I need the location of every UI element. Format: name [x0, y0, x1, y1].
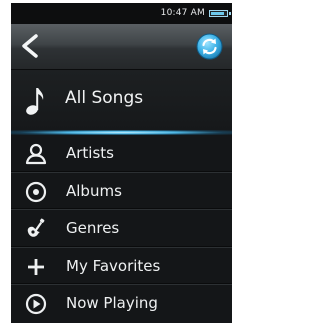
- menu-item-genres[interactable]: Genres: [11, 210, 232, 248]
- person-icon: [25, 143, 47, 165]
- menu-item-now-playing[interactable]: Now Playing: [11, 285, 232, 323]
- music-note-icon: [26, 88, 44, 115]
- menu-item-artists[interactable]: Artists: [11, 135, 232, 173]
- all-songs-item[interactable]: All Songs: [11, 70, 232, 132]
- plus-icon: [28, 258, 44, 275]
- menu-item-my-favorites[interactable]: My Favorites: [11, 248, 232, 285]
- guitar-icon: [27, 218, 45, 237]
- disc-icon: [25, 181, 47, 202]
- menu-label-genres: Genres: [66, 219, 120, 237]
- menu-label-my-favorites: My Favorites: [66, 256, 161, 275]
- menu-label-albums: Albums: [66, 181, 122, 200]
- play-circle-icon: [25, 293, 47, 315]
- library-menu: Artists Albums Genres My Favorites Now P…: [11, 135, 232, 323]
- battery-level: [211, 12, 224, 15]
- menu-item-albums[interactable]: Albums: [11, 173, 232, 210]
- battery-icon: [209, 10, 228, 17]
- header-bar: [11, 24, 232, 70]
- music-app-screen: 10:47 AM All Songs Artists Albums Genres…: [11, 3, 232, 323]
- status-time: 10:47 AM: [160, 8, 205, 18]
- sync-icon[interactable]: [196, 33, 223, 60]
- battery-tip: [229, 12, 231, 15]
- menu-label-now-playing: Now Playing: [66, 294, 158, 312]
- all-songs-label: All Songs: [65, 88, 144, 108]
- menu-label-artists: Artists: [66, 144, 114, 162]
- status-bar: 10:47 AM: [11, 3, 232, 24]
- back-chevron-icon[interactable]: [19, 33, 41, 59]
